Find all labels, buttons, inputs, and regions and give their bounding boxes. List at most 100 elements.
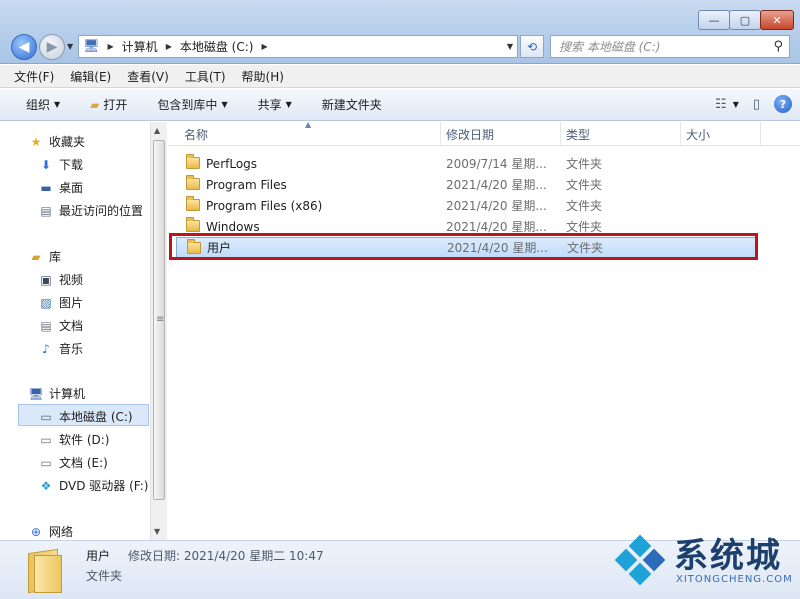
table-row[interactable]: Program Files 2021/4/20 星期... 文件夹: [176, 174, 756, 195]
menu-file[interactable]: 文件(F): [14, 68, 54, 85]
breadcrumb-chevron-icon[interactable]: ▶: [261, 42, 267, 51]
file-date: 2021/4/20 星期...: [446, 178, 547, 192]
scroll-grip-icon: ≡: [156, 314, 165, 325]
chevron-down-icon: ▼: [221, 100, 228, 109]
share-label: 共享: [257, 98, 282, 112]
address-bar[interactable]: 🖥 ▶ 计算机 ▶ 本地磁盘 (C:) ▶ ▼: [78, 35, 518, 58]
minimize-button[interactable]: —: [698, 10, 730, 30]
column-modified[interactable]: 修改日期: [446, 126, 494, 143]
nav-recent-places-label: 最近访问的位置: [59, 204, 144, 218]
nav-desktop-label: 桌面: [59, 181, 84, 195]
nav-music-label: 音乐: [59, 342, 84, 356]
nav-libraries[interactable]: ▰ 库: [28, 248, 61, 265]
nav-desktop[interactable]: ▬ 桌面: [38, 179, 83, 196]
nav-drive-e[interactable]: ▭ 文档 (E:): [38, 454, 107, 471]
menu-bar: 文件(F) 编辑(E) 查看(V) 工具(T) 帮助(H): [0, 65, 800, 88]
breadcrumb-local-disk[interactable]: 本地磁盘 (C:): [180, 38, 254, 55]
organize-label: 组织: [26, 98, 51, 112]
file-name: Program Files: [206, 177, 287, 192]
folder-large-icon: [28, 547, 64, 594]
column-divider[interactable]: [560, 122, 561, 146]
table-row[interactable]: PerfLogs 2009/7/14 星期... 文件夹: [176, 153, 756, 174]
logo-diamond-icon: [610, 534, 670, 586]
drive-icon: ▭: [40, 455, 52, 470]
nav-favorites[interactable]: ★ 收藏夹: [28, 133, 85, 150]
watermark-subtext: XITONGCHENG.COM: [676, 574, 793, 585]
details-type: 文件夹: [86, 569, 123, 583]
column-name[interactable]: 名称: [184, 126, 208, 143]
nav-pictures-label: 图片: [59, 296, 84, 310]
column-header: ▲ 名称 修改日期 类型 大小: [168, 120, 800, 146]
nav-downloads[interactable]: ⬇ 下载: [38, 156, 83, 173]
organize-button[interactable]: 组织 ▼: [26, 96, 60, 113]
folder-open-icon: ▰: [90, 97, 100, 112]
history-dropdown-icon[interactable]: ▼: [67, 42, 73, 51]
menu-tools[interactable]: 工具(T): [185, 68, 226, 85]
computer-icon: 🖥: [28, 386, 44, 401]
menu-view[interactable]: 查看(V): [127, 68, 169, 85]
desktop-icon: ▬: [40, 180, 52, 195]
column-divider[interactable]: [760, 122, 761, 146]
menu-edit[interactable]: 编辑(E): [70, 68, 111, 85]
command-bar: 组织 ▼ ▰ 打开 包含到库中 ▼ 共享 ▼ 新建文件夹 ☷ ▼ ▯ ?: [0, 89, 800, 121]
column-divider[interactable]: [440, 122, 441, 146]
recent-places-icon: ▤: [40, 203, 52, 218]
scroll-up-icon[interactable]: ▲: [154, 126, 160, 135]
dvd-drive-icon: ❖: [40, 478, 52, 493]
breadcrumb-chevron-icon[interactable]: ▶: [166, 42, 172, 51]
file-date: 2021/4/20 星期...: [446, 199, 547, 213]
include-library-button[interactable]: 包含到库中 ▼: [157, 96, 227, 113]
nav-music[interactable]: ♪ 音乐: [38, 340, 83, 357]
annotation-highlight-box: [169, 233, 758, 260]
video-icon: ▣: [40, 272, 52, 287]
column-size[interactable]: 大小: [686, 126, 710, 143]
nav-scrollbar[interactable]: ▲ ≡ ▼: [150, 122, 167, 540]
open-label: 打开: [103, 98, 128, 112]
maximize-button[interactable]: ▢: [729, 10, 761, 30]
arrow-right-icon: ▶: [46, 39, 58, 55]
nav-dvd-drive-f[interactable]: ❖ DVD 驱动器 (F:): [38, 477, 149, 494]
nav-videos[interactable]: ▣ 视频: [38, 271, 83, 288]
table-row[interactable]: Program Files (x86) 2021/4/20 星期... 文件夹: [176, 195, 756, 216]
scroll-down-icon[interactable]: ▼: [154, 527, 160, 536]
column-type[interactable]: 类型: [566, 126, 590, 143]
file-type: 文件夹: [566, 178, 603, 192]
back-button[interactable]: ◀: [11, 34, 37, 60]
nav-drive-d[interactable]: ▭ 软件 (D:): [38, 431, 109, 448]
navigation-pane: ★ 收藏夹 ⬇ 下载 ▬ 桌面 ▤ 最近访问的位置 ▰ 库 ▣ 视频 ▨ 图片 …: [0, 122, 150, 540]
search-icon[interactable]: ⚲: [773, 39, 783, 54]
view-options-icon[interactable]: ☷: [715, 97, 727, 112]
library-icon: ▰: [31, 249, 41, 264]
chevron-down-icon[interactable]: ▼: [733, 100, 739, 109]
arrow-left-icon: ◀: [18, 39, 30, 55]
nav-pictures[interactable]: ▨ 图片: [38, 294, 83, 311]
new-folder-label: 新建文件夹: [321, 98, 382, 112]
open-button[interactable]: ▰ 打开: [90, 96, 127, 113]
menu-help[interactable]: 帮助(H): [242, 68, 284, 85]
share-button[interactable]: 共享 ▼: [258, 96, 292, 113]
search-placeholder: 搜索 本地磁盘 (C:): [559, 40, 661, 54]
nav-recent-places[interactable]: ▤ 最近访问的位置: [38, 202, 143, 219]
nav-videos-label: 视频: [59, 273, 84, 287]
preview-pane-icon[interactable]: ▯: [753, 97, 760, 112]
address-dropdown-icon[interactable]: ▼: [507, 42, 513, 51]
nav-computer[interactable]: 🖥 计算机: [28, 385, 85, 402]
search-input[interactable]: 搜索 本地磁盘 (C:) ⚲: [550, 35, 790, 58]
help-icon[interactable]: ?: [774, 95, 792, 113]
documents-icon: ▤: [40, 318, 52, 333]
breadcrumb-chevron-icon[interactable]: ▶: [108, 42, 114, 51]
new-folder-button[interactable]: 新建文件夹: [322, 96, 382, 113]
nav-documents[interactable]: ▤ 文档: [38, 317, 83, 334]
folder-icon: [186, 196, 200, 211]
folder-icon: [186, 175, 200, 190]
nav-libraries-label: 库: [49, 250, 62, 264]
nav-local-disk-c[interactable]: ▭ 本地磁盘 (C:): [38, 408, 132, 425]
breadcrumb-computer[interactable]: 计算机: [122, 38, 158, 55]
nav-drive-d-label: 软件 (D:): [59, 433, 110, 447]
file-name: Program Files (x86): [206, 198, 323, 213]
forward-button[interactable]: ▶: [39, 34, 65, 60]
refresh-button[interactable]: ⟲: [520, 35, 544, 58]
nav-network[interactable]: ⊕ 网络: [28, 523, 73, 540]
column-divider[interactable]: [680, 122, 681, 146]
close-button[interactable]: ✕: [760, 10, 794, 30]
